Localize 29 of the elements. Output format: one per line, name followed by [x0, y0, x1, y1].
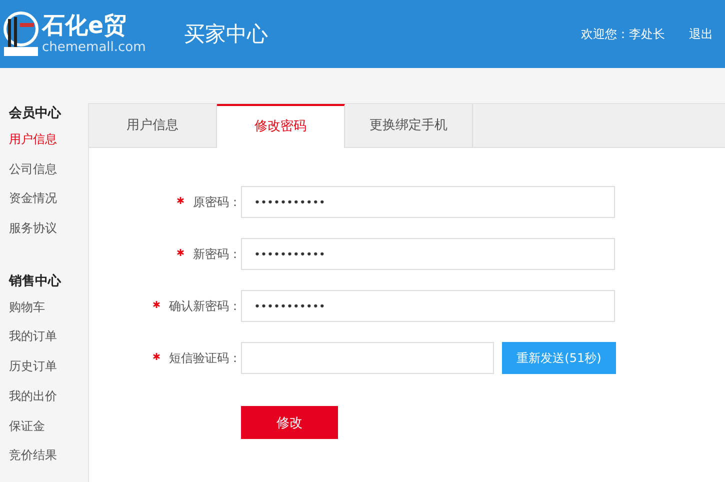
- logo-domain: chememall.com: [42, 40, 146, 56]
- field-label: 确认新密码：: [169, 298, 241, 314]
- sidebar-section-title: 会员中心: [9, 104, 62, 123]
- logo-name: 石化e贸: [42, 12, 128, 40]
- input-field[interactable]: [241, 342, 494, 374]
- sidebar-item[interactable]: 公司信息: [9, 154, 88, 184]
- welcome-text: 欢迎您：李处长: [581, 26, 665, 42]
- tab[interactable]: 修改密码: [217, 104, 345, 148]
- tab[interactable]: 更换绑定手机: [345, 104, 473, 147]
- sidebar-item[interactable]: 购物车: [9, 292, 88, 322]
- sidebar-item[interactable]: 资金情况: [9, 184, 88, 214]
- sidebar-item[interactable]: 我的订单: [9, 322, 88, 352]
- input-field[interactable]: •••••••••••: [241, 186, 615, 218]
- sidebar-item[interactable]: 服务协议: [9, 214, 88, 244]
- field-label: 新密码：: [193, 246, 241, 262]
- field-label: 原密码：: [193, 194, 241, 210]
- field-label: 短信验证码：: [169, 350, 241, 366]
- input-field[interactable]: •••••••••••: [241, 290, 615, 322]
- submit-button[interactable]: 修改: [241, 406, 338, 439]
- sidebar-item[interactable]: 历史订单: [9, 352, 88, 382]
- input-field[interactable]: •••••••••••: [241, 238, 615, 270]
- logo-icon: [2, 9, 40, 59]
- sidebar-item[interactable]: 用户信息: [9, 125, 88, 155]
- logout-link[interactable]: 退出: [689, 26, 713, 42]
- sidebar-section-title: 销售中心: [9, 272, 62, 291]
- page-title: 买家中心: [184, 21, 268, 48]
- sidebar-item[interactable]: 竞价结果: [9, 441, 88, 471]
- sidebar-item[interactable]: 我的出价: [9, 382, 88, 412]
- sidebar-item[interactable]: 保证金: [9, 412, 88, 442]
